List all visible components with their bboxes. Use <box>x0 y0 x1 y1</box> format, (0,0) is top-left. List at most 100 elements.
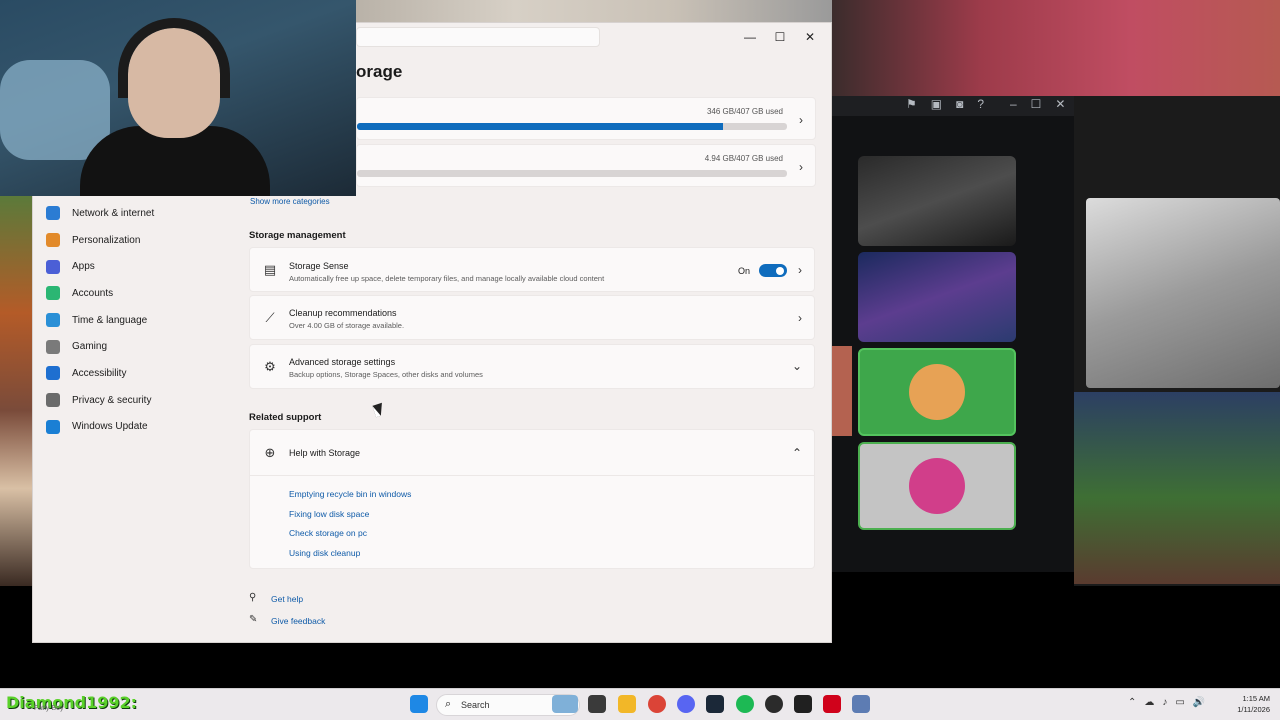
participant-tile[interactable] <box>858 156 1016 246</box>
help-link[interactable]: Emptying recycle bin in windows <box>289 489 411 509</box>
help-title[interactable]: Help with Storage <box>289 448 360 458</box>
system-tray[interactable]: ⌃☁♪▭🔊 <box>1128 697 1213 708</box>
stream-chat-subtext: Fatty Boy <box>34 705 64 712</box>
disk-used-label: 346 GB/407 GB used <box>706 107 783 116</box>
epic-games-icon[interactable] <box>794 695 812 713</box>
search-placeholder: Search <box>461 700 490 710</box>
participant-tile[interactable] <box>858 348 1016 436</box>
chevron-down-icon: ⌄ <box>791 359 802 373</box>
steam-icon[interactable] <box>706 695 724 713</box>
chevron-up-icon[interactable]: ⌃ <box>792 446 802 460</box>
toggle-state-label: On <box>738 266 751 276</box>
advanced-subtitle: Backup options, Storage Spaces, other di… <box>289 370 483 379</box>
give-feedback-link[interactable]: Give feedback <box>271 616 325 626</box>
globe-clock-icon <box>46 313 60 328</box>
participant-video <box>1086 198 1280 388</box>
discord-avatar <box>909 364 965 420</box>
minimize-button[interactable]: — <box>735 27 765 47</box>
brush-icon <box>46 233 60 248</box>
storage-sense-card[interactable]: ▤ Storage Sense Automatically free up sp… <box>249 247 815 292</box>
chrome-icon[interactable] <box>648 695 666 713</box>
show-more-categories-link[interactable]: Show more categories <box>250 197 330 206</box>
sidebar-item-windows-update[interactable]: Windows Update <box>46 414 236 441</box>
discord-avatar <box>909 458 965 514</box>
participant-tile[interactable] <box>858 442 1016 530</box>
sidebar-item-network[interactable]: Network & internet <box>46 200 236 227</box>
chevron-right-icon: › <box>799 113 803 127</box>
window-controls: — ☐ ✕ <box>735 27 825 47</box>
settings-search-input[interactable] <box>356 27 600 47</box>
discord-video-top <box>832 0 1280 96</box>
streamer-webcam <box>0 0 356 196</box>
get-help-icon: ⚲ <box>249 592 257 603</box>
sidebar-item-privacy[interactable]: Privacy & security <box>46 387 236 414</box>
storage-sense-subtitle: Automatically free up space, delete temp… <box>289 274 605 283</box>
obs-icon[interactable] <box>765 695 783 713</box>
taskbar <box>0 688 1280 720</box>
sidebar-item-label: Accounts <box>72 287 114 299</box>
sidebar-item-time-language[interactable]: Time & language <box>46 307 236 334</box>
sidebar-item-accounts[interactable]: Accounts <box>46 280 236 307</box>
gear-icon: ⚙ <box>264 359 276 374</box>
close-button[interactable]: ✕ <box>795 27 825 47</box>
wifi-icon <box>46 206 60 221</box>
disk-usage-fill <box>357 123 723 130</box>
update-icon <box>46 419 60 434</box>
search-highlight-icon <box>552 695 578 713</box>
sidebar-item-accessibility[interactable]: Accessibility <box>46 360 236 387</box>
task-view-icon[interactable] <box>588 695 606 713</box>
desktop-background: ⚑▣◙? –☐✕ — ☐ ✕ orage 346 GB/407 GB used … <box>0 0 1280 720</box>
help-link[interactable]: Check storage on pc <box>289 528 411 548</box>
spotify-icon[interactable] <box>736 695 754 713</box>
participant-tile[interactable] <box>858 252 1016 342</box>
sidebar-item-label: Windows Update <box>72 421 148 433</box>
sidebar-item-apps[interactable]: Apps <box>46 253 236 280</box>
maximize-button[interactable]: ☐ <box>765 27 795 47</box>
discord-icon[interactable] <box>677 695 695 713</box>
sidebar-item-label: Gaming <box>72 341 108 353</box>
sidebar-item-label: Accessibility <box>72 367 127 379</box>
feedback-icon: ✎ <box>249 614 258 625</box>
chevron-right-icon: › <box>798 263 802 277</box>
help-link[interactable]: Using disk cleanup <box>289 548 411 568</box>
taskbar-clock[interactable]: 1:15 AM 1/11/2026 <box>1224 693 1270 715</box>
background-video-top <box>356 0 832 22</box>
cleanup-subtitle: Over 4.00 GB of storage available. <box>289 321 405 330</box>
help-links: Emptying recycle bin in windows Fixing l… <box>289 489 411 567</box>
help-link[interactable]: Fixing low disk space <box>289 509 411 529</box>
sidebar-item-label: Privacy & security <box>72 394 152 406</box>
shield-icon <box>46 393 60 408</box>
disk-usage-card[interactable]: 4.94 GB/407 GB used › <box>356 144 816 187</box>
discord-toolbar-icons[interactable]: ⚑▣◙? <box>906 97 998 111</box>
search-icon: ⌕ <box>445 698 452 710</box>
headset <box>118 18 230 98</box>
sidebar-item-gaming[interactable]: Gaming <box>46 333 236 360</box>
storage-drive-icon: ▤ <box>263 262 277 277</box>
page-title: orage <box>356 62 403 81</box>
sidebar-nav: Network & internet Personalization Apps … <box>46 200 236 440</box>
sidebar-item-label: Network & internet <box>72 207 155 219</box>
advanced-storage-card[interactable]: ⚙ Advanced storage settings Backup optio… <box>249 344 815 389</box>
app-red-icon[interactable] <box>823 695 841 713</box>
chevron-right-icon: › <box>798 311 802 325</box>
disk-usage-bar <box>357 170 787 177</box>
storage-sense-toggle[interactable] <box>759 264 787 277</box>
disk-usage-card[interactable]: 346 GB/407 GB used › <box>356 97 816 140</box>
globe-icon: ⊕ <box>264 445 276 460</box>
discord-window-controls[interactable]: –☐✕ <box>1010 97 1080 111</box>
sidebar-item-personalization[interactable]: Personalization <box>46 227 236 254</box>
cleanup-recommendations-card[interactable]: ⟋ Cleanup recommendations Over 4.00 GB o… <box>249 295 815 340</box>
file-explorer-icon[interactable] <box>618 695 636 713</box>
chevron-right-icon: › <box>799 160 803 174</box>
related-support-heading: Related support <box>249 412 322 423</box>
start-button[interactable] <box>410 695 428 713</box>
get-help-link[interactable]: Get help <box>271 594 303 604</box>
discord-side-tile <box>832 346 852 436</box>
broom-icon: ⟋ <box>265 310 275 325</box>
settings-app-icon[interactable] <box>852 695 870 713</box>
disk-used-label: 4.94 GB/407 GB used <box>704 154 783 163</box>
storage-management-heading: Storage management <box>249 230 346 241</box>
accessibility-icon <box>46 366 60 381</box>
apps-icon <box>46 259 60 274</box>
background-video-strip <box>0 196 34 586</box>
